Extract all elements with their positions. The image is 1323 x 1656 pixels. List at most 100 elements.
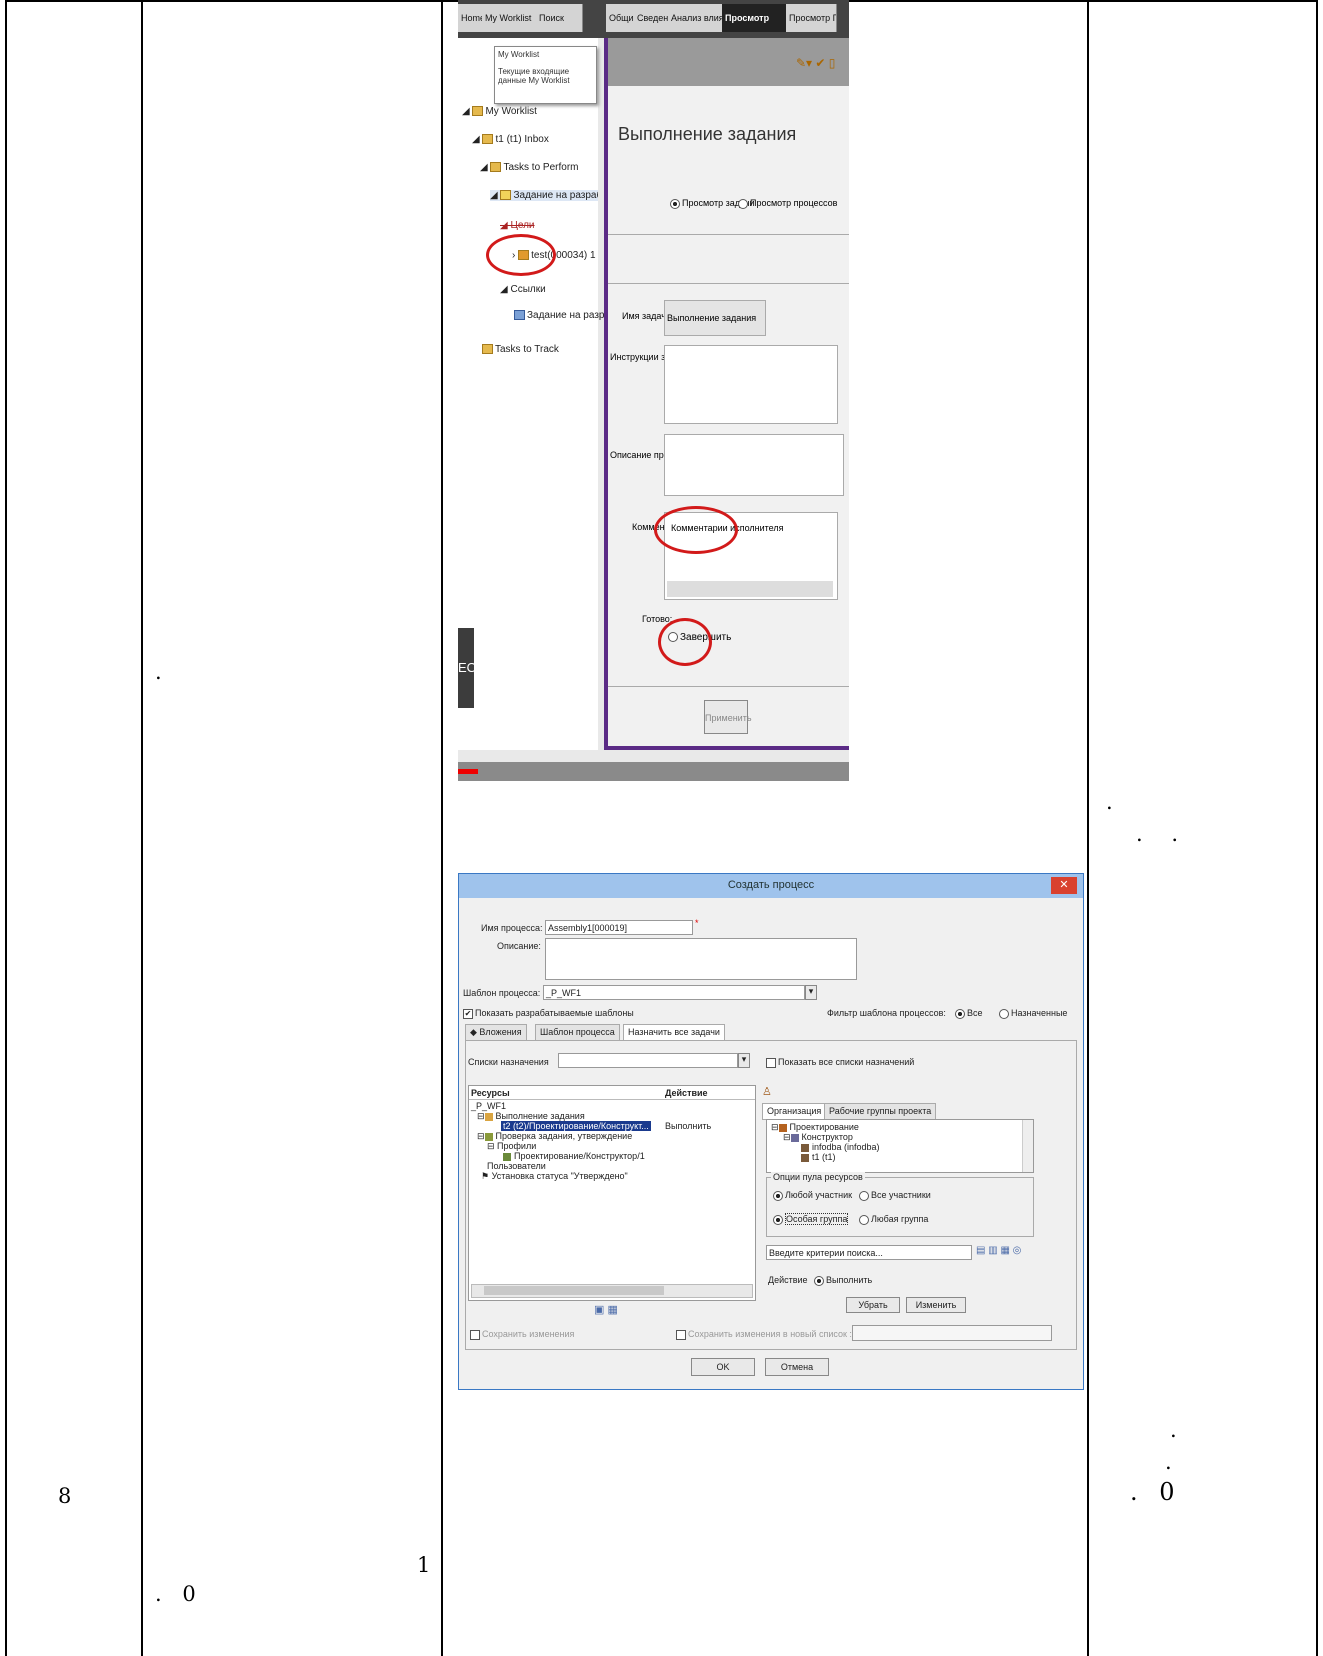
tabstrip: ◆ Вложения Шаблон процесса Назначить все… <box>465 1024 1077 1041</box>
pool-options-group: Опции пула ресурсов Любой участник Все у… <box>766 1172 1034 1237</box>
tab-view-p[interactable]: Просмотр П <box>786 4 837 32</box>
search-input[interactable]: Введите критерии поиска... <box>766 1245 972 1260</box>
tree-tasks-to-perform[interactable]: ◢ Tasks to Perform <box>480 162 579 173</box>
tab-attachments[interactable]: ◆ Вложения <box>465 1024 527 1041</box>
check-save-new-list[interactable]: Сохранить изменения в новый список : <box>676 1329 852 1340</box>
dialog-title: Создать процесс <box>727 879 815 891</box>
resources-panel: Ресурсы Действие _P_WF1 ⊟ Выполнение зада… <box>468 1085 756 1301</box>
pool-any-member[interactable]: Любой участник <box>773 1190 852 1201</box>
divider <box>608 283 849 284</box>
task-name-field[interactable]: Выполнение задания <box>664 300 766 336</box>
col4-bottom-line1: . <box>1170 1418 1177 1442</box>
table-border-col2 <box>441 0 443 1656</box>
tree-links[interactable]: ◢ Ссылки <box>500 284 546 295</box>
required-marker: * <box>695 918 699 928</box>
tree-item[interactable]: Проектирование/Конструктор/1 <box>503 1151 645 1161</box>
template-dropdown-button[interactable]: ▾ <box>805 985 817 1000</box>
filter-all-radio[interactable]: Все <box>955 1008 983 1019</box>
tab-view-active[interactable]: Просмотр <box>722 4 789 32</box>
org-scrollbar[interactable] <box>1022 1120 1033 1172</box>
template-select[interactable]: _P_WF1 <box>543 985 805 1000</box>
resource-action-icons[interactable]: ▣ ▦ <box>594 1303 618 1316</box>
tab-impact-analysis[interactable]: Анализ влияния <box>668 4 727 32</box>
org-item[interactable]: t1 (t1) <box>801 1152 836 1162</box>
check-show-all-lists[interactable]: Показать все списки назначений <box>766 1057 914 1068</box>
new-list-input[interactable] <box>852 1325 1052 1341</box>
col-resources: Ресурсы <box>471 1088 510 1098</box>
assign-lists-dropdown[interactable]: ▾ <box>738 1053 750 1068</box>
label-assign-lists: Списки назначения <box>468 1057 549 1067</box>
label-template: Шаблон процесса: <box>463 988 541 998</box>
video-progress-bar[interactable] <box>458 762 849 781</box>
col4-mid-line2: . . <box>1136 822 1179 846</box>
tree-root[interactable]: ◢ My Worklist <box>462 106 537 117</box>
tree-inbox[interactable]: ◢ t1 (t1) Inbox <box>472 134 549 145</box>
tab-template[interactable]: Шаблон процесса <box>535 1024 620 1041</box>
tree-targets[interactable]: ◢ Цели <box>500 220 535 231</box>
editor-tab-bar: Home My Worklist Поиск Общие Сведения Ан… <box>458 0 849 38</box>
worklist-screenshot: Home My Worklist Поиск Общие Сведения Ан… <box>458 0 849 781</box>
highlight-ring-complete <box>658 618 712 666</box>
resources-hscroll[interactable] <box>471 1284 753 1298</box>
comment-hscroll[interactable] <box>667 581 833 597</box>
check-save-changes[interactable]: Сохранить изменения <box>470 1329 574 1340</box>
worklist-tree-pane: ◢ My Worklist ◢ t1 (t1) Inbox ◢ Tasks to… <box>458 38 635 750</box>
pool-all-members[interactable]: Все участники <box>859 1190 931 1201</box>
org-item[interactable]: infodba (infodba) <box>801 1142 880 1152</box>
radio-view-process[interactable]: Просмотр процессов <box>738 198 837 209</box>
pool-any-group[interactable]: Любая группа <box>859 1214 928 1225</box>
tree-task[interactable]: ◢ Задание на разработку (Выполнение <box>490 190 598 201</box>
tab-search[interactable]: Поиск <box>536 4 583 32</box>
label-description: Описание: <box>497 941 541 951</box>
change-button[interactable]: Изменить <box>906 1297 966 1313</box>
worklist-tooltip: My Worklist Текущие входящие данные My W… <box>494 46 597 104</box>
filter-label: Фильтр шаблона процессов: <box>827 1008 946 1018</box>
table-border-col1 <box>141 0 143 1656</box>
process-desc-field[interactable] <box>664 434 844 496</box>
tab-organization[interactable]: Организация <box>762 1103 827 1120</box>
create-process-dialog: Создать процесс ✕ Имя процесса: Assembly… <box>458 873 1084 1390</box>
highlight-ring-comment <box>654 506 738 554</box>
tree-item-action: Выполнить <box>665 1121 712 1131</box>
tree-item[interactable]: ⚑ Установка статуса "Утверждено" <box>481 1171 628 1182</box>
action-label: Действие <box>768 1275 808 1285</box>
filter-assigned-radio[interactable]: Назначенные <box>999 1008 1067 1019</box>
instructions-field[interactable] <box>664 345 838 424</box>
tree-item[interactable]: Пользователи <box>487 1161 546 1171</box>
close-button[interactable]: ✕ <box>1051 877 1077 894</box>
search-icons[interactable]: ▤ ▥ ▦ ◎ <box>976 1245 1021 1256</box>
check-show-dev[interactable]: ✔ Показать разрабатываемые шаблоны <box>463 1008 634 1019</box>
toolbar-icons[interactable]: ✎▾ ✔ ▯ <box>796 56 835 70</box>
col2-bottom-line1: 1 <box>417 1553 431 1577</box>
tree-root[interactable]: _P_WF1 <box>471 1101 506 1111</box>
tab-project-groups[interactable]: Рабочие группы проекта <box>824 1103 937 1120</box>
side-video-label: EO <box>458 628 477 708</box>
ok-button[interactable]: OK <box>691 1358 755 1376</box>
dialog-titlebar: Создать процесс ✕ <box>459 874 1083 898</box>
action-radio[interactable]: Выполнить <box>814 1275 872 1286</box>
table-border-col3 <box>1087 0 1089 1656</box>
tooltip-text: Текущие входящие данные My Worklist <box>498 67 570 85</box>
row-number: 8 <box>58 1484 72 1508</box>
org-tree-panel: ⊟ Проектирование ⊟ Конструктор infodba (in… <box>766 1119 1034 1173</box>
pool-special-group[interactable]: Особая группа <box>773 1213 849 1225</box>
col2-dot: . <box>155 660 162 684</box>
tab-content: Списки назначения ▾ Показать все списки … <box>465 1040 1077 1350</box>
tab-assign-all[interactable]: Назначить все задачи <box>623 1024 725 1041</box>
tree-tasks-to-track[interactable]: Tasks to Track <box>482 344 559 355</box>
apply-button[interactable]: Применить <box>704 700 752 734</box>
task-form-pane: ✎▾ ✔ ▯ Выполнение задания Просмотр задач… <box>604 38 849 750</box>
divider <box>608 686 849 687</box>
tab-my-worklist[interactable]: My Worklist <box>482 4 539 32</box>
divider <box>608 234 849 235</box>
user-icon: ♙ <box>762 1086 772 1098</box>
process-name-input[interactable]: Assembly1[000019] <box>545 920 693 935</box>
tooltip-title: My Worklist <box>498 50 540 59</box>
description-input[interactable] <box>545 938 857 980</box>
highlight-ring-item <box>486 234 556 276</box>
tree-item-selected[interactable]: t2 (t2)/Проектирование/Конструкт... <box>501 1121 651 1131</box>
cancel-button[interactable]: Отмена <box>765 1358 829 1376</box>
col4-mid-line1: . <box>1106 790 1113 814</box>
assign-lists-select[interactable] <box>558 1053 738 1068</box>
remove-button[interactable]: Убрать <box>846 1297 900 1313</box>
